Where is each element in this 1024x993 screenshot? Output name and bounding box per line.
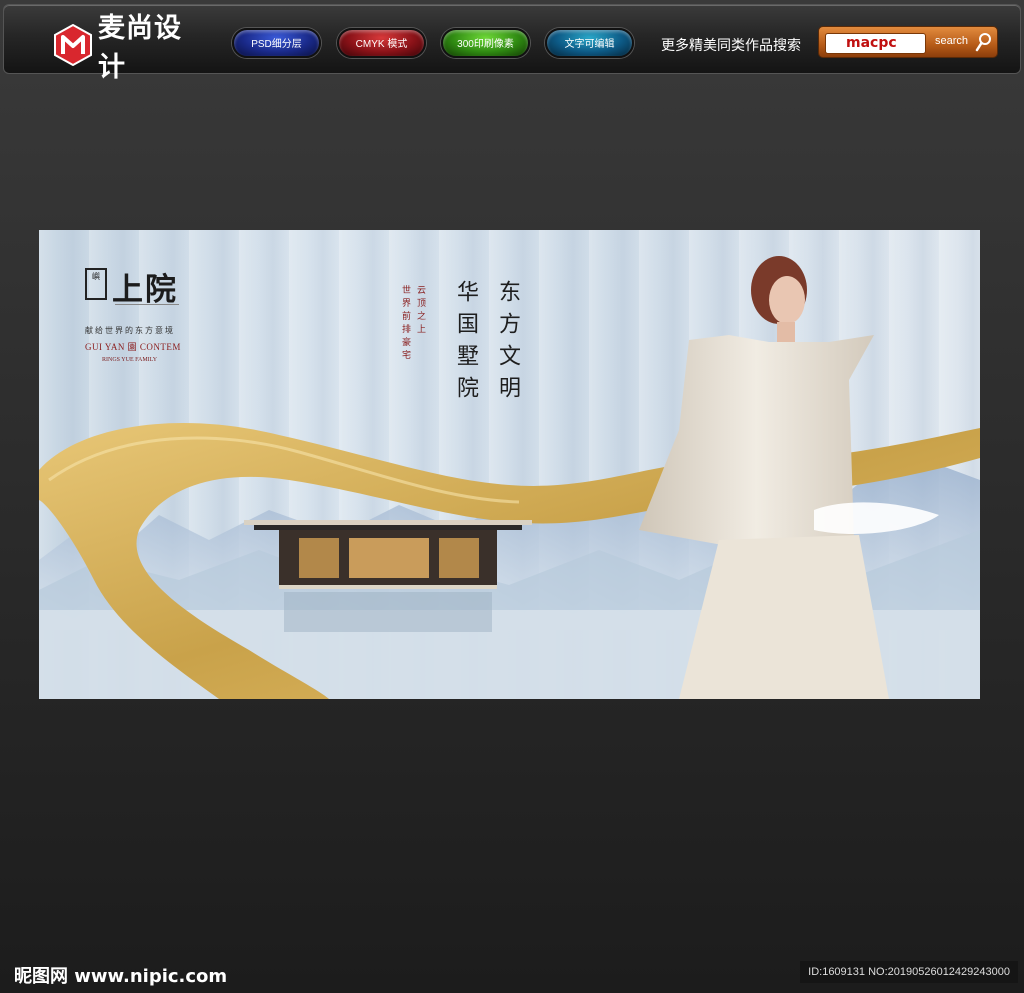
brand-name: 上院 bbox=[112, 272, 178, 308]
tag-cmyk-mode[interactable]: CMYK 模式 bbox=[337, 28, 426, 58]
magnifier-icon[interactable] bbox=[975, 32, 993, 52]
search-input[interactable]: macpc bbox=[825, 33, 926, 54]
search-box: macpc search bbox=[818, 26, 998, 58]
logo-text: 麦尚设计 bbox=[98, 13, 182, 83]
top-banner-bar: 麦尚设计 PSD细分层 CMYK 模式 300印刷像素 文字可编辑 更多精美同类… bbox=[3, 4, 1021, 83]
subline-column-1: 云顶之上 bbox=[415, 285, 425, 337]
subline-column-2: 世界前排豪宅 bbox=[400, 285, 410, 363]
search-button[interactable]: search bbox=[935, 35, 968, 47]
logo-hexagon-icon bbox=[54, 23, 92, 67]
brand-english-sub: RINGS YUE FAMILY bbox=[102, 357, 158, 363]
brand-tagline: 献给世界的东方意境 bbox=[85, 326, 175, 335]
nipic-watermark: 昵图网 www.nipic.com bbox=[14, 966, 228, 987]
brand-seal: 嶼 bbox=[85, 268, 107, 300]
tag-editable-text[interactable]: 文字可编辑 bbox=[545, 28, 634, 58]
villa-building bbox=[244, 520, 532, 632]
tag-psd-layers[interactable]: PSD细分层 bbox=[232, 28, 321, 58]
search-caption: 更多精美同类作品搜索 bbox=[661, 37, 801, 53]
poster-artwork: 嶼 上院 献给世界的东方意境 GUI YAN 園 CONTEM RINGS YU… bbox=[39, 230, 980, 699]
headline-column-1: 东方文明 bbox=[495, 280, 520, 408]
tag-print-pixels[interactable]: 300印刷像素 bbox=[441, 28, 530, 58]
site-logo[interactable]: 麦尚设计 bbox=[54, 13, 204, 83]
headline-column-2: 华国墅院 bbox=[453, 280, 478, 408]
brand-english: GUI YAN 園 CONTEM bbox=[85, 342, 181, 352]
image-id-label: ID:1609131 NO:20190526012429243000 bbox=[800, 961, 1018, 983]
brand-divider bbox=[115, 304, 179, 310]
